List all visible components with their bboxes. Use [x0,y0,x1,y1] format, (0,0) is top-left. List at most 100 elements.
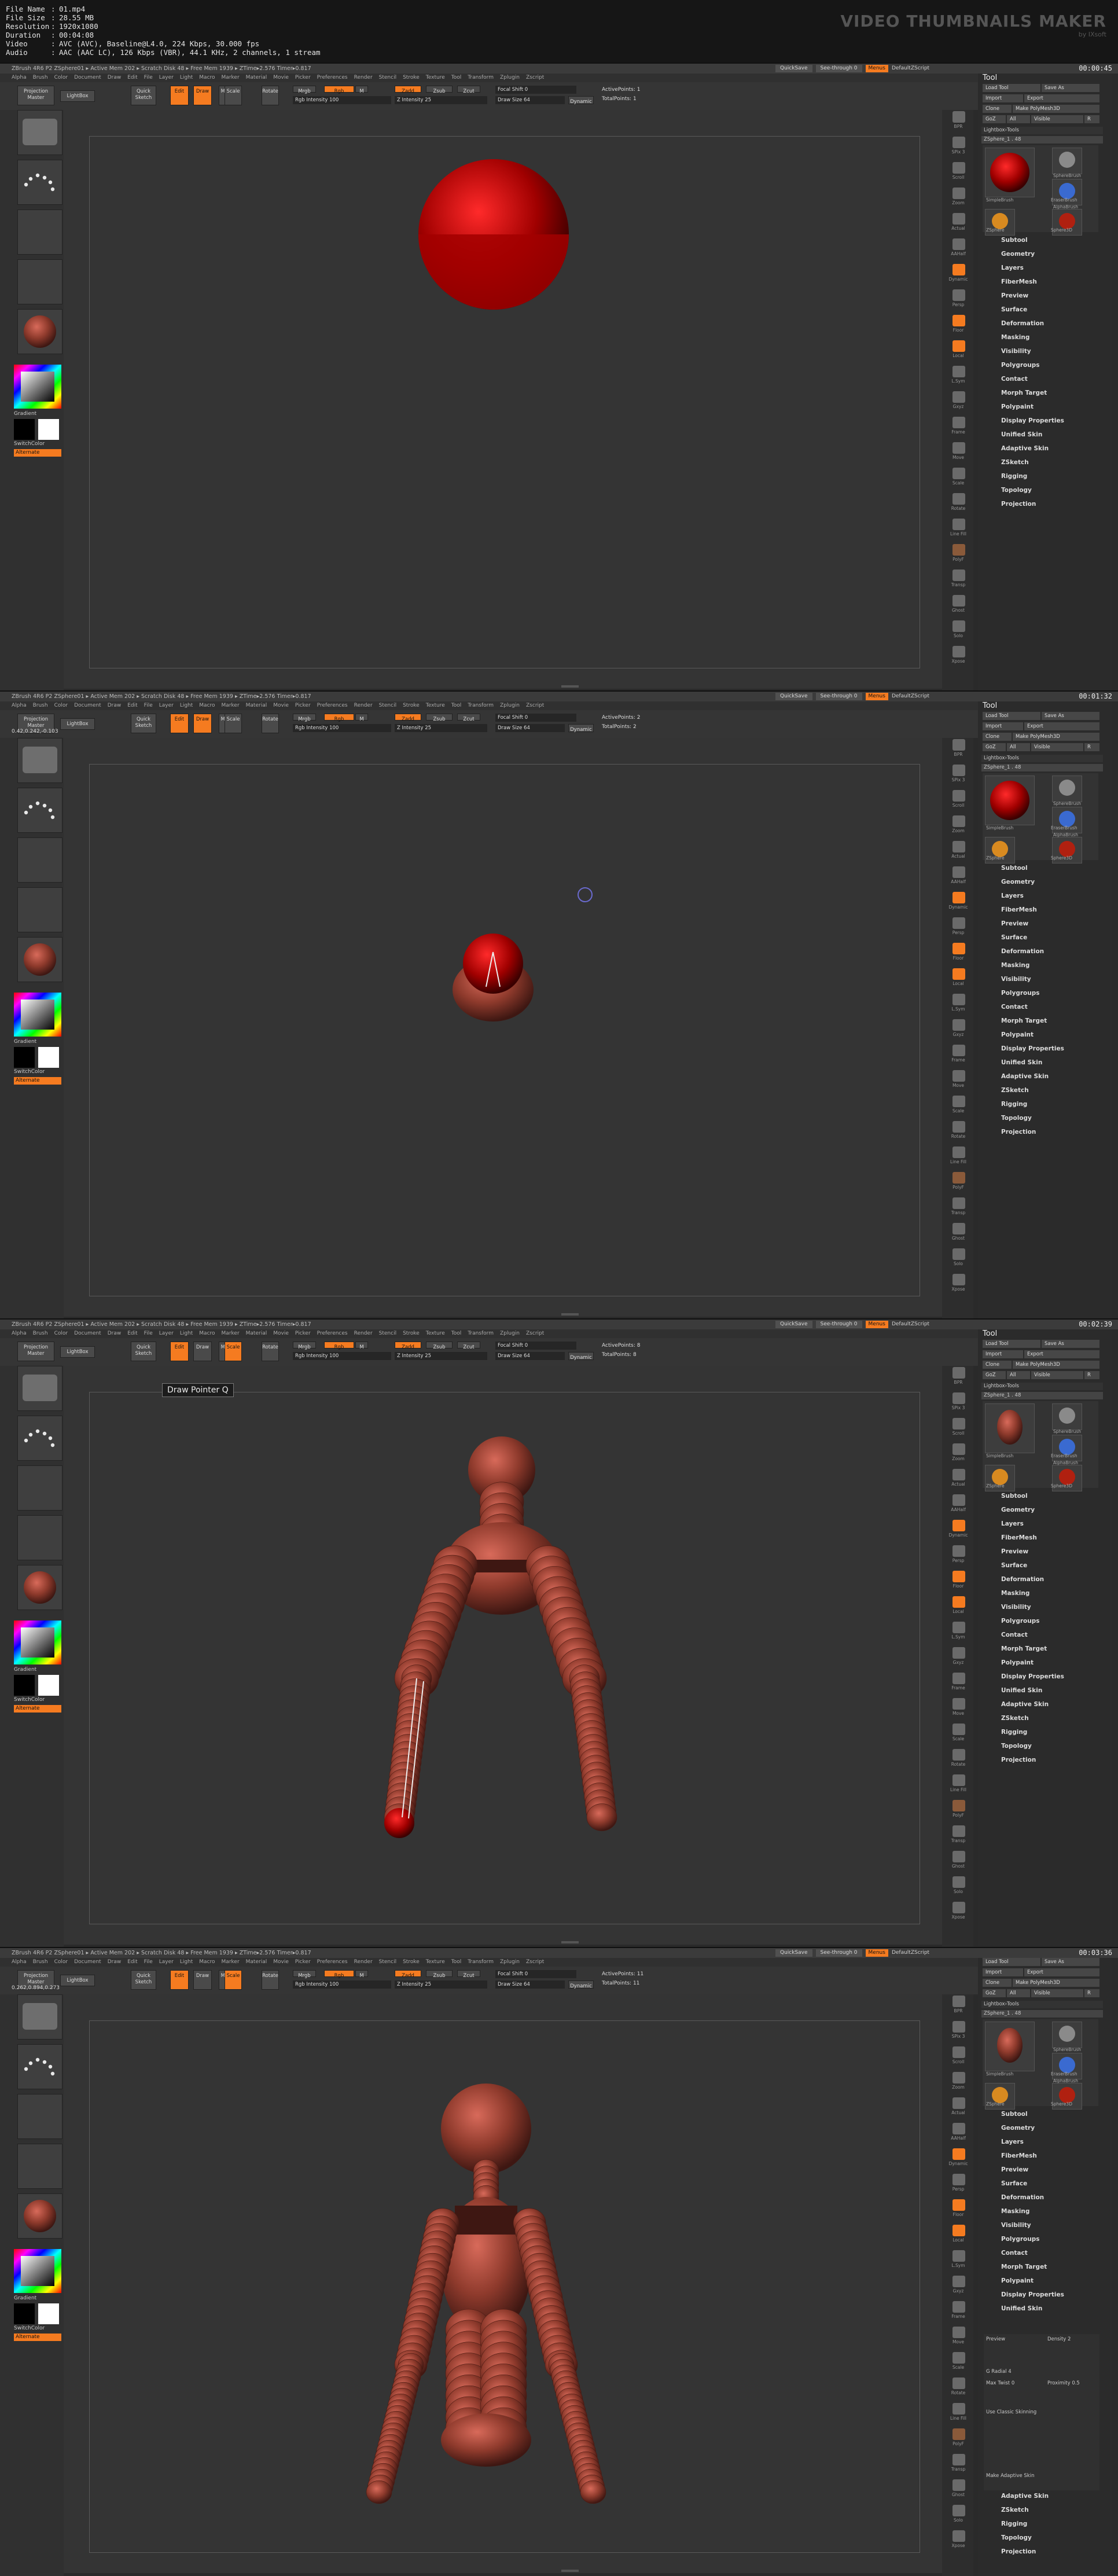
shelf-rotate[interactable]: Rotate [947,2376,970,2397]
menu-item-zplugin[interactable]: Zplugin [500,1959,520,1965]
brush-slot[interactable] [17,110,62,155]
shelf-frame[interactable]: Frame [947,1043,970,1064]
shelf-line-fill[interactable]: Line Fill [947,1773,970,1794]
make-polymesh-button[interactable]: Make PolyMesh3D [1013,1979,1099,1987]
tool-subpalette-visibility[interactable]: Visibility [1001,976,1031,983]
all-button[interactable]: All [1007,1989,1030,1997]
menu-item-stencil[interactable]: Stencil [379,703,396,708]
shelf-zoom[interactable]: Zoom [947,814,970,835]
edit-button[interactable]: Edit [170,714,189,733]
menu-item-color[interactable]: Color [54,75,68,80]
make-polymesh-button[interactable]: Make PolyMesh3D [1013,1361,1099,1369]
shelf-xpose[interactable]: Xpose [947,645,970,666]
menu-item-marker[interactable]: Marker [222,75,240,80]
menu-item-stencil[interactable]: Stencil [379,75,396,80]
brush-slot[interactable] [17,1366,62,1411]
shelf-solo[interactable]: Solo [947,2504,970,2524]
zsub-button[interactable]: Zsub [426,86,453,94]
draw-size-slider[interactable]: Draw Size 64 [495,96,565,104]
menu-item-file[interactable]: File [144,1959,153,1965]
shelf-dynamic[interactable]: Dynamic [947,263,970,284]
z-intensity-slider[interactable]: Z Intensity 25 [395,724,487,732]
dynamic-button[interactable]: Dynamic [568,1352,594,1361]
shelf-move[interactable]: Move [947,1069,970,1090]
tool-subpalette-projection[interactable]: Projection [1001,1756,1036,1763]
draw-button[interactable]: Draw [193,86,212,105]
focal-shift-slider[interactable]: Focal Shift 0 [495,86,576,94]
menu-item-draw[interactable]: Draw [108,1331,122,1336]
menu-item-brush[interactable]: Brush [33,1959,48,1965]
tool-subpalette-masking[interactable]: Masking [1001,2208,1029,2215]
tool-subpalette-deformation[interactable]: Deformation [1001,2194,1044,2201]
clone-button[interactable]: Clone [983,1361,1012,1369]
m-button[interactable]: M [355,1342,368,1350]
tool-subpalette-topology[interactable]: Topology [1001,1743,1032,1750]
current-tool-name[interactable]: ZSphere_1 . 48 [981,136,1103,144]
shelf-spix-3[interactable]: SPix 3 [947,1391,970,1412]
save-as-button[interactable]: Save As [1042,84,1099,92]
shelf-solo[interactable]: Solo [947,1875,970,1896]
stroke-slot[interactable] [17,160,62,205]
tool-subpalette-geometry[interactable]: Geometry [1001,1506,1035,1513]
lightbox-button[interactable]: LightBox [60,718,95,730]
shelf-bpr[interactable]: BPR [947,738,970,759]
tool-subpalette-geometry[interactable]: Geometry [1001,2125,1035,2132]
shelf-aahalf[interactable]: AAHalf [947,237,970,258]
secondary-color-swatch[interactable] [38,1675,59,1696]
menu-item-layer[interactable]: Layer [159,1959,174,1965]
shelf-floor[interactable]: Floor [947,1570,970,1590]
shelf-scroll[interactable]: Scroll [947,1417,970,1438]
menu-item-document[interactable]: Document [74,703,101,708]
shelf-ghost[interactable]: Ghost [947,1222,970,1243]
see-through-slider[interactable]: See-through 0 [815,693,862,700]
dynamic-button[interactable]: Dynamic [568,1980,594,1989]
rgb-button[interactable]: Rgb [324,1970,354,1979]
shelf-frame[interactable]: Frame [947,1671,970,1692]
menu-item-stroke[interactable]: Stroke [403,703,420,708]
menu-item-marker[interactable]: Marker [222,1959,240,1965]
menu-item-marker[interactable]: Marker [222,1331,240,1336]
edit-button[interactable]: Edit [170,86,189,105]
save-as-button[interactable]: Save As [1042,1958,1099,1966]
shelf-bpr[interactable]: BPR [947,1994,970,2015]
all-button[interactable]: All [1007,1371,1030,1379]
quicksave-button[interactable]: QuickSave [775,65,812,72]
use-classic-skinning-button[interactable]: Use Classic Skinning [986,2409,1036,2415]
menu-item-render[interactable]: Render [354,703,373,708]
shelf-rotate[interactable]: Rotate [947,492,970,513]
tool-thumb[interactable] [1052,776,1082,802]
zadd-button[interactable]: Zadd [395,714,421,722]
mrgb-button[interactable]: Mrgb [293,1342,316,1350]
scale-button[interactable]: Scale [225,1970,242,1990]
menu-item-movie[interactable]: Movie [273,1331,289,1336]
goz-button[interactable]: GoZ [983,115,1006,123]
shelf-persp[interactable]: Persp [947,1544,970,1565]
alpha-slot[interactable] [17,1465,62,1511]
shelf-polyf[interactable]: PolyF [947,1171,970,1192]
menu-item-material[interactable]: Material [246,703,267,708]
menu-item-tool[interactable]: Tool [451,75,461,80]
primary-color-swatch[interactable] [14,2303,35,2324]
shelf-bpr[interactable]: BPR [947,110,970,131]
shelf-scale[interactable]: Scale [947,1722,970,1743]
shelf-scroll[interactable]: Scroll [947,2045,970,2066]
color-picker[interactable] [14,365,61,409]
tool-subpalette-preview[interactable]: Preview [1001,920,1028,927]
alpha-slot[interactable] [17,210,62,255]
export-button[interactable]: Export [1024,94,1099,102]
goz-button[interactable]: GoZ [983,1371,1006,1379]
draw-size-slider[interactable]: Draw Size 64 [495,724,565,732]
tool-subpalette-projection[interactable]: Projection [1001,501,1036,508]
m-button[interactable]: M [355,86,368,94]
tool-subpalette-projection[interactable]: Projection [1001,2548,1036,2555]
tool-subpalette-contact[interactable]: Contact [1001,1631,1028,1638]
lightbox-button[interactable]: LightBox [60,1975,95,1986]
menu-item-macro[interactable]: Macro [199,1331,215,1336]
scale-button[interactable]: Scale [225,714,242,733]
shelf-floor[interactable]: Floor [947,942,970,962]
tool-subpalette-masking[interactable]: Masking [1001,334,1029,341]
tool-subpalette-deformation[interactable]: Deformation [1001,948,1044,955]
quicksave-button[interactable]: QuickSave [775,1321,812,1328]
tool-subpalette-contact[interactable]: Contact [1001,376,1028,383]
shelf-l-sym[interactable]: L.Sym [947,2249,970,2270]
